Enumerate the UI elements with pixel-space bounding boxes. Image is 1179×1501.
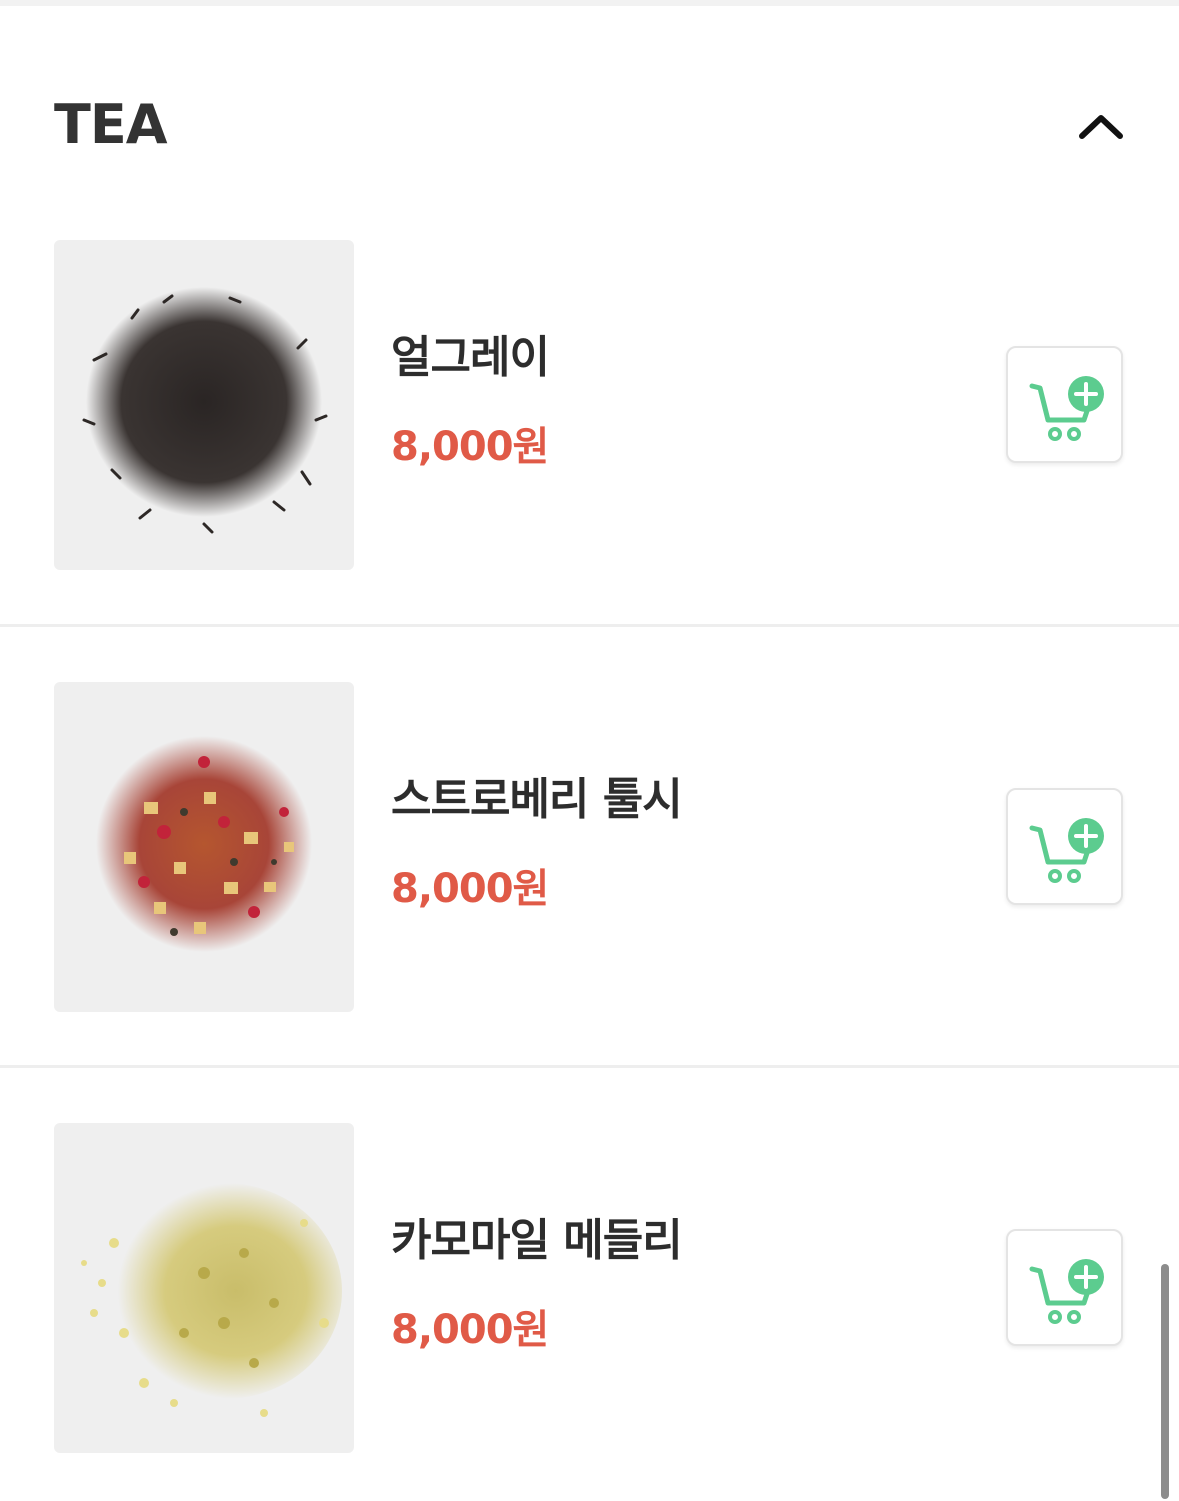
add-to-cart-icon — [1029, 1259, 1104, 1324]
menu-item[interactable]: 카모마일 메들리 8,000원 — [0, 1123, 1179, 1501]
item-name: 카모마일 메들리 — [391, 1215, 683, 1266]
item-name: 스트로베리 툴시 — [391, 774, 683, 825]
add-to-cart-icon — [1029, 376, 1104, 441]
top-divider — [0, 0, 1179, 6]
add-to-cart-button[interactable] — [1006, 1229, 1123, 1346]
chamomile-medley-tea-image — [81, 1183, 342, 1417]
item-price: 8,000원 — [391, 424, 549, 470]
add-to-cart-button[interactable] — [1006, 788, 1123, 905]
section-title: TEA — [54, 93, 168, 156]
earl-grey-tea-image — [82, 287, 328, 534]
menu-item[interactable]: 얼그레이 8,000원 — [0, 240, 1179, 681]
add-to-cart-icon — [1029, 818, 1104, 883]
strawberry-tulsi-tea-image — [96, 736, 312, 952]
chevron-up-icon — [1079, 115, 1123, 139]
menu-item[interactable]: 스트로베리 툴시 8,000원 — [0, 682, 1179, 1123]
item-divider — [0, 1065, 1179, 1068]
product-image — [54, 240, 354, 570]
collapse-section-button[interactable] — [1074, 106, 1128, 146]
item-price: 8,000원 — [391, 866, 549, 912]
item-name: 얼그레이 — [391, 332, 550, 383]
product-image — [54, 682, 354, 1012]
tea-menu-page: TEA 얼그레이 8,000원 스트로베리 툴시 8,000원 카모마일 메들리… — [0, 0, 1179, 1501]
item-price: 8,000원 — [391, 1307, 549, 1353]
add-to-cart-button[interactable] — [1006, 346, 1123, 463]
product-image — [54, 1123, 354, 1453]
vertical-scrollbar[interactable] — [1161, 1264, 1169, 1499]
item-divider — [0, 624, 1179, 627]
